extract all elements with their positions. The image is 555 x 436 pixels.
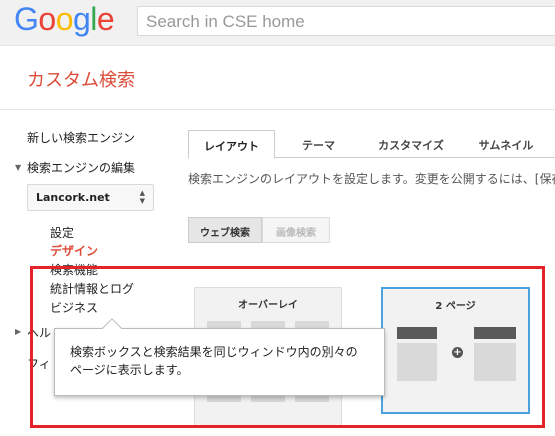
- logo-letter: g: [72, 1, 91, 37]
- logo-letter: e: [96, 1, 115, 37]
- triangle-right-icon[interactable]: ▶: [15, 327, 21, 336]
- triangle-down-icon[interactable]: ▼: [15, 163, 21, 172]
- layout-tooltip: 検索ボックスと検索結果を同じウィンドウ内の別々のページに表示します。: [54, 318, 385, 396]
- sidebar-item-design[interactable]: デザイン: [50, 242, 98, 259]
- tab-thumbnail[interactable]: サムネイル: [461, 130, 551, 158]
- sidebar-edit-engines-link[interactable]: 検索エンジンの編集: [27, 159, 135, 176]
- sidebar-new-engine-link[interactable]: 新しい検索エンジン: [27, 129, 135, 146]
- logo-letter: o: [55, 1, 74, 37]
- updown-arrows-icon: ▲ ▼: [139, 189, 145, 205]
- header-divider: [0, 109, 555, 110]
- search-input[interactable]: [146, 12, 548, 32]
- search-box[interactable]: [137, 6, 555, 36]
- tab-customize[interactable]: カスタマイズ: [361, 130, 461, 158]
- tooltip-text: 検索ボックスと検索結果を同じウィンドウ内の別々のページに表示します。: [70, 345, 358, 377]
- tab-layout[interactable]: レイアウト: [188, 130, 275, 159]
- top-bar: Google: [0, 0, 555, 46]
- sidebar-item-settings[interactable]: 設定: [50, 224, 74, 241]
- logo-letter: o: [38, 1, 56, 37]
- page-title: カスタム検索: [27, 70, 135, 91]
- layout-description: 検索エンジンのレイアウトを設定します。変更を公開するには、[保存: [188, 172, 555, 186]
- logo-letter: G: [14, 1, 39, 37]
- engine-select-value: Lancork.net: [36, 191, 110, 204]
- engine-select[interactable]: Lancork.net ▲ ▼: [27, 184, 154, 211]
- web-search-button[interactable]: ウェブ検索: [188, 217, 262, 243]
- image-search-button[interactable]: 画像検索: [262, 217, 330, 243]
- design-tabs: レイアウト テーマ カスタマイズ サムネイル: [188, 130, 555, 159]
- google-logo[interactable]: Google: [14, 1, 115, 38]
- logo-letter: l: [90, 1, 97, 37]
- tab-theme[interactable]: テーマ: [276, 130, 361, 158]
